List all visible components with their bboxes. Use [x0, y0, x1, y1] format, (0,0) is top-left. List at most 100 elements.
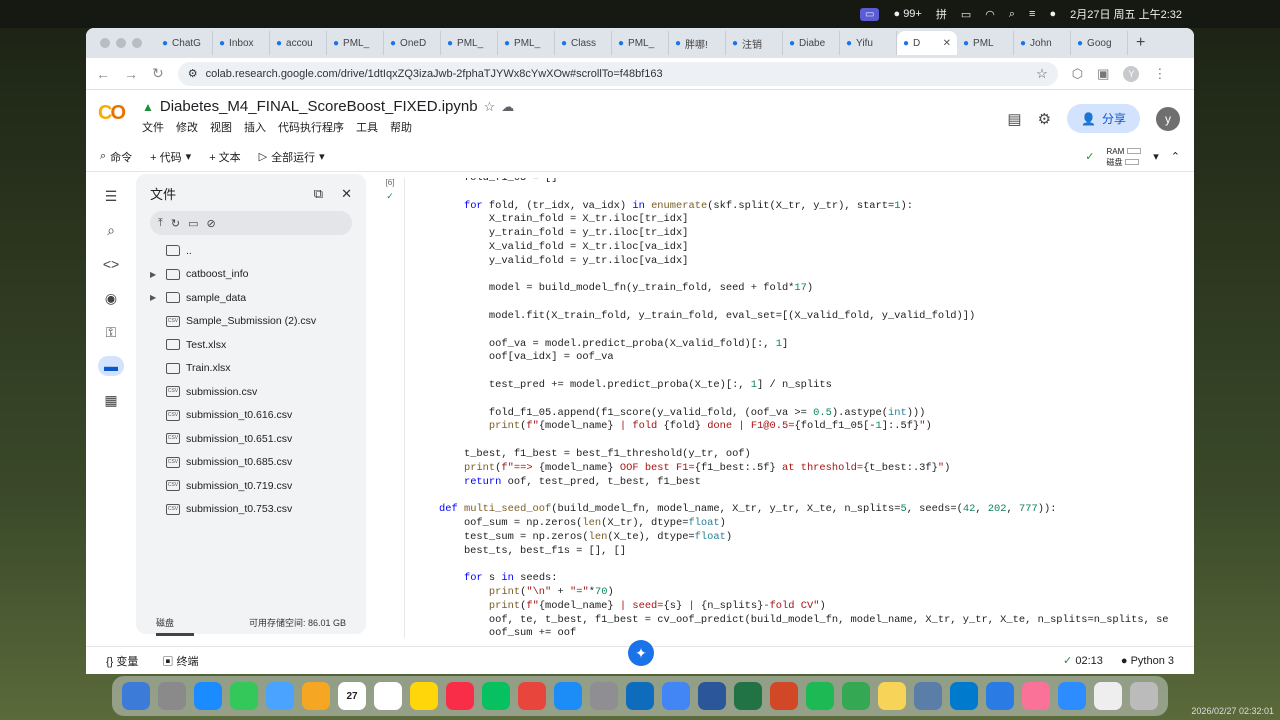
toc-icon[interactable]: ☰	[98, 186, 124, 206]
file-row[interactable]: CSV Sample_Submission (2).csv	[150, 310, 352, 334]
wifi-icon[interactable]: ◠	[985, 8, 995, 21]
find-icon[interactable]: ⌕	[98, 220, 124, 240]
runtime-indicator[interactable]: ● Python 3	[1121, 655, 1174, 667]
browser-tab[interactable]: ● accou	[270, 31, 327, 55]
browser-tab[interactable]: ● Class	[555, 31, 612, 55]
comment-icon[interactable]: ▤	[1007, 110, 1021, 128]
share-button[interactable]: 👤 分享	[1067, 104, 1140, 133]
bookmark-star-icon[interactable]: ☆	[1036, 66, 1048, 82]
mountain-icon[interactable]	[986, 682, 1014, 710]
maps-icon[interactable]	[266, 682, 294, 710]
add-text-button[interactable]: + 文本	[209, 149, 240, 165]
file-row[interactable]: CSV submission.csv	[150, 380, 352, 404]
chevron-down-icon[interactable]: ▾	[1153, 150, 1159, 163]
browser-tab[interactable]: ● PML_	[327, 31, 384, 55]
menu-item[interactable]: 代码执行程序	[278, 119, 344, 135]
excel-icon[interactable]	[734, 682, 762, 710]
elapsed-time[interactable]: ✓ 02:13	[1063, 654, 1103, 667]
browser-tab[interactable]: ● John	[1014, 31, 1071, 55]
menu-item[interactable]: 修改	[176, 119, 198, 135]
minimize-window-button[interactable]	[116, 38, 126, 48]
profile-avatar[interactable]: Y	[1123, 65, 1140, 82]
safari-icon[interactable]	[194, 682, 222, 710]
browser-tab[interactable]: ● 注销	[726, 31, 783, 55]
sidepanel-icon[interactable]: ▣	[1097, 66, 1109, 82]
browser-tab[interactable]: ● Diabe	[783, 31, 840, 55]
music-icon[interactable]	[446, 682, 474, 710]
menu-item[interactable]: 帮助	[390, 119, 412, 135]
code-snippets-icon[interactable]: <>	[98, 254, 124, 274]
browser-tab[interactable]: ● 胖哪!	[669, 31, 726, 55]
browser-tab[interactable]: ● Goog	[1071, 31, 1128, 55]
file-row[interactable]: CSV submission_t0.719.csv	[150, 474, 352, 498]
file-row[interactable]: Test.xlsx	[150, 333, 352, 357]
settings-gear-icon[interactable]: ⚙	[1038, 110, 1051, 128]
run-complete-check-icon[interactable]: ✓	[376, 191, 404, 202]
menu-item[interactable]: 视图	[210, 119, 232, 135]
browser-tab[interactable]: ● D ✕	[897, 31, 957, 55]
menubar-datetime[interactable]: 2月27日 周五 上午2:32	[1070, 6, 1182, 22]
messages-icon[interactable]	[230, 682, 258, 710]
calendar-icon[interactable]: 27	[338, 682, 366, 710]
browser-tab[interactable]: ● PML_	[612, 31, 669, 55]
extensions-icon[interactable]: ⬡	[1072, 66, 1083, 82]
browser-tab[interactable]: ● Yifu	[840, 31, 897, 55]
add-code-button[interactable]: + 代码 ▾	[150, 149, 191, 165]
stickies-icon[interactable]	[878, 682, 906, 710]
battery-icon[interactable]: ▭	[961, 8, 971, 21]
menu-item[interactable]: 工具	[356, 119, 378, 135]
run-all-button[interactable]: ▷ 全部运行 ▾	[259, 149, 325, 165]
key-icon[interactable]: ⚿	[98, 322, 124, 342]
open-in-tab-icon[interactable]: ⧉	[314, 186, 323, 202]
docs-icon[interactable]	[1094, 682, 1122, 710]
more-menu-icon[interactable]: ⋮	[1153, 66, 1166, 82]
menu-item[interactable]: 文件	[142, 119, 164, 135]
terminal-button[interactable]: ▣ 终端	[162, 653, 198, 669]
screen-mirror-icon[interactable]: ▭	[860, 7, 880, 21]
refresh-icon[interactable]: ↻	[171, 217, 180, 230]
forward-icon[interactable]: →	[124, 66, 138, 82]
close-tab-icon[interactable]: ✕	[943, 38, 951, 49]
hide-files-icon[interactable]: ⊘	[207, 217, 216, 230]
expand-arrow-icon[interactable]: ▶	[150, 270, 160, 279]
finder-icon[interactable]	[122, 682, 150, 710]
chevron-down-icon[interactable]: ▾	[186, 150, 192, 163]
close-window-button[interactable]	[100, 38, 110, 48]
table-icon[interactable]: ▦	[98, 390, 124, 410]
control-center-icon[interactable]: ≡	[1029, 8, 1035, 20]
word-icon[interactable]	[698, 682, 726, 710]
play-icon[interactable]	[842, 682, 870, 710]
account-avatar[interactable]: y	[1156, 106, 1180, 131]
file-row[interactable]: CSV submission_t0.616.csv	[150, 404, 352, 428]
site-info-icon[interactable]: ⚙	[188, 67, 198, 80]
browser-tab[interactable]: ● PML_	[498, 31, 555, 55]
preview-grid-icon[interactable]	[914, 682, 942, 710]
appstore-icon[interactable]	[554, 682, 582, 710]
code-editor[interactable]: fold_f1_05 = [] for fold, (tr_idx, va_id…	[404, 178, 1176, 638]
settings-icon[interactable]	[590, 682, 618, 710]
bilibili-icon[interactable]	[1022, 682, 1050, 710]
browser-tab[interactable]: ● PML	[957, 31, 1014, 55]
photos-icon[interactable]	[302, 682, 330, 710]
reminders-icon[interactable]	[374, 682, 402, 710]
code-cell[interactable]: [6] ✓ fold_f1_05 = [] for fold, (tr_idx,…	[376, 178, 1176, 638]
collapse-icon[interactable]: ⌃	[1171, 150, 1180, 163]
outlook-icon[interactable]	[626, 682, 654, 710]
powerpoint-icon[interactable]	[770, 682, 798, 710]
file-row[interactable]: ▶ sample_data	[150, 286, 352, 310]
browser-tab[interactable]: ● OneD	[384, 31, 441, 55]
file-row[interactable]: ..	[150, 239, 352, 263]
command-button[interactable]: ⌕ 命令	[100, 149, 132, 165]
reload-icon[interactable]: ↻	[152, 65, 164, 82]
mount-drive-icon[interactable]: ▭	[188, 217, 198, 230]
star-icon[interactable]: ☆	[484, 99, 496, 115]
colab-logo[interactable]: CO	[98, 102, 140, 125]
new-tab-button[interactable]: +	[1136, 34, 1145, 52]
chevron-down-icon[interactable]: ▾	[319, 150, 325, 163]
secrets-icon[interactable]: ◉	[98, 288, 124, 308]
notebook-title[interactable]: Diabetes_M4_FINAL_ScoreBoost_FIXED.ipynb	[160, 98, 478, 115]
file-row[interactable]: CSV submission_t0.651.csv	[150, 427, 352, 451]
resource-monitor[interactable]: RAM 磁盘	[1106, 146, 1142, 168]
file-row[interactable]: CSV submission_t0.753.csv	[150, 498, 352, 522]
file-row[interactable]: CSV submission_t0.685.csv	[150, 451, 352, 475]
